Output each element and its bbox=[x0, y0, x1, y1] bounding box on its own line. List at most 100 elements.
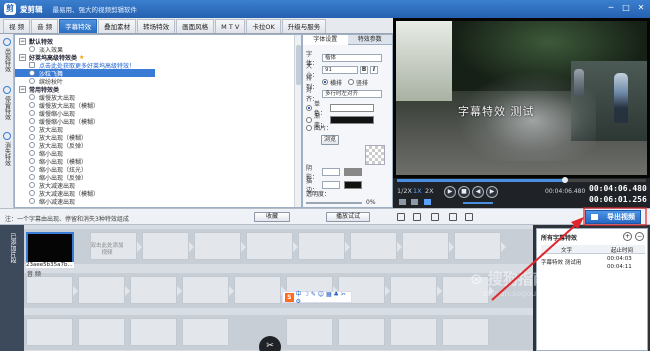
save-icon[interactable] bbox=[431, 213, 439, 221]
clip-slot[interactable] bbox=[298, 232, 350, 260]
vtab-disappear[interactable]: 消失特效 bbox=[0, 132, 14, 168]
fullscreen-icon[interactable] bbox=[399, 199, 406, 205]
effect-radio[interactable] bbox=[29, 94, 35, 100]
delete-caption-icon[interactable]: − bbox=[635, 232, 644, 241]
italic-button[interactable]: I bbox=[370, 66, 378, 74]
effect-radio[interactable] bbox=[29, 110, 35, 116]
effect-radio[interactable] bbox=[29, 102, 35, 108]
caption-text[interactable]: 字幕特效 测试 bbox=[458, 103, 535, 119]
clip-slot[interactable] bbox=[130, 318, 177, 346]
collapse-icon[interactable]: − bbox=[19, 37, 26, 45]
folder-icon[interactable] bbox=[413, 213, 421, 221]
clip-slot[interactable] bbox=[26, 276, 78, 304]
effect-radio[interactable] bbox=[29, 70, 35, 76]
shadow-color[interactable] bbox=[344, 168, 362, 176]
tab-styles[interactable]: 画面风格 bbox=[176, 19, 215, 33]
ime-tools[interactable]: 中 ☽ ✎ ☺ ▦ ♣ ✂ ⚙ bbox=[296, 289, 351, 305]
collapse-icon[interactable]: − bbox=[19, 85, 26, 93]
settings-icon[interactable] bbox=[449, 213, 457, 221]
seek-knob[interactable] bbox=[562, 177, 568, 183]
favorite-button[interactable]: 收藏 bbox=[254, 212, 290, 222]
align-select[interactable]: 多行时左对齐 bbox=[322, 90, 382, 98]
stroke-color[interactable] bbox=[344, 181, 362, 189]
speed-half[interactable]: 1/2X bbox=[397, 187, 412, 195]
clip-slot[interactable] bbox=[350, 232, 402, 260]
tab-overlay[interactable]: 叠加素材 bbox=[98, 19, 137, 33]
clip-slot[interactable] bbox=[78, 318, 125, 346]
browse-button[interactable]: 浏览 bbox=[321, 135, 339, 145]
volume-icon[interactable] bbox=[424, 199, 431, 205]
trim-icon[interactable] bbox=[397, 213, 405, 221]
scissor-button[interactable]: ✂ bbox=[259, 336, 281, 351]
tab-effect-params[interactable]: 特效参数 bbox=[347, 35, 392, 45]
clip-slot[interactable] bbox=[338, 318, 385, 346]
gradient-swatch[interactable] bbox=[330, 116, 374, 124]
effect-radio[interactable] bbox=[29, 198, 35, 204]
clip-slot[interactable] bbox=[130, 276, 182, 304]
effect-radio[interactable] bbox=[29, 190, 35, 196]
clip-slot[interactable] bbox=[390, 318, 437, 346]
tab-karaoke[interactable]: 卡拉OK bbox=[246, 19, 281, 33]
vtab-stay[interactable]: 停留特效 bbox=[0, 86, 14, 122]
clip-slot[interactable] bbox=[142, 232, 194, 260]
play-test-button[interactable]: 播放试试 bbox=[326, 212, 370, 222]
effect-item-selected[interactable]: 沙粒飞舞 bbox=[15, 69, 155, 78]
effect-radio[interactable] bbox=[29, 118, 35, 124]
clip-slot[interactable] bbox=[182, 318, 229, 346]
volume-slider[interactable] bbox=[463, 202, 493, 204]
forward-button[interactable]: ▶ bbox=[486, 186, 498, 198]
tab-caption-effects[interactable]: 字幕特效 bbox=[59, 19, 98, 33]
sogou-ime-icon[interactable]: S bbox=[285, 292, 294, 302]
seek-bar[interactable] bbox=[397, 177, 646, 183]
effect-radio[interactable] bbox=[29, 174, 35, 180]
clip-slot[interactable] bbox=[26, 318, 73, 346]
clip-slot[interactable] bbox=[182, 276, 234, 304]
effect-radio[interactable] bbox=[29, 150, 35, 156]
opacity-slider[interactable] bbox=[306, 201, 362, 204]
close-button[interactable]: ✕ bbox=[634, 2, 648, 14]
share-icon[interactable] bbox=[465, 213, 473, 221]
add-caption-icon[interactable]: + bbox=[623, 232, 632, 241]
stroke-size[interactable] bbox=[322, 181, 340, 189]
clip-slot[interactable] bbox=[194, 232, 246, 260]
minimize-button[interactable]: ─ bbox=[604, 2, 618, 14]
added-clips-tab[interactable]: 已添加片段 bbox=[0, 225, 24, 351]
vtab-appear[interactable]: 出现特效 bbox=[0, 38, 14, 74]
snapshot-icon[interactable] bbox=[411, 199, 418, 205]
effect-radio[interactable] bbox=[29, 158, 35, 164]
tab-upgrade[interactable]: 升级与服务 bbox=[281, 19, 327, 33]
effect-radio[interactable] bbox=[29, 78, 35, 84]
effect-radio[interactable] bbox=[29, 166, 35, 172]
tab-audio[interactable]: 音 频 bbox=[31, 19, 59, 33]
clip-slot[interactable] bbox=[442, 318, 489, 346]
video-preview[interactable]: 字幕特效 测试 bbox=[393, 18, 650, 178]
clip-slot[interactable] bbox=[78, 276, 130, 304]
collapse-icon[interactable]: − bbox=[19, 53, 26, 61]
clip-slot[interactable] bbox=[286, 318, 333, 346]
clip-slot[interactable] bbox=[402, 232, 454, 260]
add-video-hint[interactable]: 双击此处添加视频 bbox=[90, 243, 124, 257]
scroll-thumb[interactable] bbox=[296, 45, 301, 85]
tab-font-settings[interactable]: 字体设置 bbox=[303, 35, 348, 45]
effect-radio[interactable] bbox=[29, 46, 35, 52]
rewind-button[interactable]: ◀ bbox=[472, 186, 484, 198]
tab-transitions[interactable]: 转场特效 bbox=[137, 19, 176, 33]
effect-radio[interactable] bbox=[29, 182, 35, 188]
clip-slot[interactable] bbox=[234, 276, 286, 304]
stop-button[interactable]: ■ bbox=[458, 186, 470, 198]
video-clip-thumbnail[interactable] bbox=[26, 232, 74, 264]
export-video-button[interactable]: 导出视频 bbox=[585, 210, 641, 224]
effect-radio[interactable] bbox=[29, 126, 35, 132]
speed-normal[interactable]: 1X bbox=[413, 187, 422, 195]
maximize-button[interactable]: □ bbox=[619, 2, 633, 14]
tab-mtv[interactable]: M T V bbox=[215, 19, 246, 33]
effect-item[interactable]: 缩小减速出现 bbox=[15, 197, 301, 206]
clip-slot[interactable] bbox=[246, 232, 298, 260]
effect-radio[interactable] bbox=[29, 134, 35, 140]
clip-slot[interactable] bbox=[390, 276, 442, 304]
tab-video[interactable]: 视 频 bbox=[3, 19, 31, 33]
clip-slot[interactable] bbox=[454, 232, 506, 260]
shadow-size[interactable] bbox=[322, 168, 340, 176]
play-button[interactable]: ▶ bbox=[444, 186, 456, 198]
texture-radio[interactable] bbox=[306, 124, 312, 131]
